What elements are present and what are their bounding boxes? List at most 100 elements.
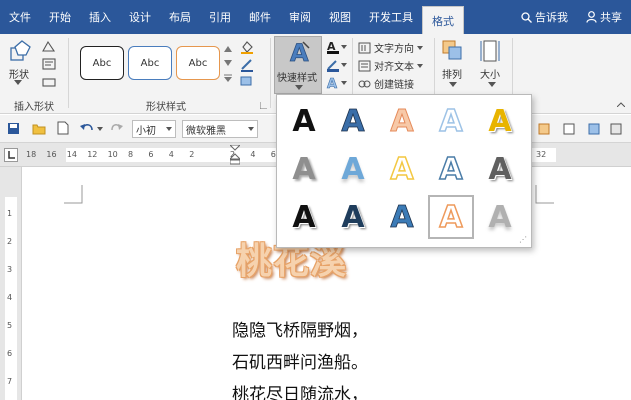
indent-marker-icon[interactable] (230, 145, 240, 165)
wordart-style-option[interactable]: A (330, 147, 376, 191)
shapes-icon[interactable] (10, 40, 34, 62)
wordart-styles-dropdown: AAAAAAAAAAAAAAA ⋰ (276, 94, 532, 248)
wordart-style-option[interactable]: A (477, 147, 523, 191)
dialog-launcher-icon[interactable] (260, 102, 267, 109)
share-button[interactable]: 共享 (577, 0, 631, 34)
size-button[interactable]: 大小 (478, 38, 506, 96)
quick-styles-label: 快速样式 (277, 73, 317, 84)
vertical-ruler-tick-label: 1 (7, 209, 13, 218)
font-size-combo[interactable]: 小初 (132, 120, 176, 138)
group-divider (270, 38, 271, 108)
wordart-style-option[interactable]: A (379, 147, 425, 191)
chevron-down-icon[interactable] (97, 127, 103, 131)
toolbar-icon[interactable] (538, 123, 550, 135)
tab-selector[interactable] (4, 148, 18, 162)
text-outline-icon[interactable] (326, 58, 348, 72)
arrange-icon (442, 40, 462, 60)
tab-references[interactable]: 引用 (200, 0, 240, 34)
poem-line[interactable]: 隐隐飞桥隔野烟， (232, 316, 368, 341)
wordart-style-option[interactable]: A (330, 195, 376, 239)
group-divider (68, 38, 69, 108)
toolbar-icon[interactable] (563, 123, 575, 135)
wordart-style-option[interactable]: A (281, 195, 327, 239)
font-name-combo[interactable]: 微软雅黑 (182, 120, 258, 138)
wordart-style-option[interactable]: A (281, 147, 327, 191)
quick-styles-button[interactable]: A 快速样式 (274, 36, 322, 94)
vertical-ruler-tick-label: 6 (7, 349, 13, 358)
ruler-tick-label: 32 (536, 150, 547, 159)
collapse-ribbon-icon[interactable] (617, 102, 625, 107)
poem-line[interactable]: 石矶西畔问渔船。 (232, 348, 368, 373)
draw-textbox-icon[interactable] (42, 58, 56, 70)
tab-developer[interactable]: 开发工具 (360, 0, 422, 34)
ruler-tick-label: 10 (107, 150, 118, 159)
poem-line[interactable]: 桃花尽日随流水， (232, 380, 368, 400)
page-corner-mark (64, 185, 83, 204)
open-folder-icon[interactable] (32, 122, 46, 135)
tab-right-area: 告诉我 共享 (512, 0, 631, 34)
tab-format[interactable]: 格式 (422, 6, 464, 34)
text-fill-icon[interactable]: A (326, 40, 348, 54)
gallery-scroll-down-icon[interactable] (224, 60, 232, 66)
arrange-button[interactable]: 排列 (440, 38, 466, 96)
tell-me-button[interactable]: 告诉我 (512, 0, 577, 34)
resize-grip-icon[interactable]: ⋰ (519, 235, 527, 244)
save-icon[interactable] (7, 122, 20, 135)
wordart-style-option[interactable]: A (428, 195, 474, 239)
gallery-scroll-up-icon[interactable] (224, 46, 232, 52)
shape-style-black[interactable]: Abc (80, 46, 124, 80)
redo-icon[interactable] (110, 122, 123, 134)
shape-effects-icon[interactable] (240, 76, 254, 88)
align-text-label: 对齐文本 (374, 62, 414, 73)
toolbar-icon[interactable] (610, 123, 622, 135)
chevron-down-icon (295, 85, 303, 90)
shape-style-blue[interactable]: Abc (128, 46, 172, 80)
tab-mailings[interactable]: 邮件 (240, 0, 280, 34)
shape-fill-icon[interactable] (240, 40, 254, 54)
person-icon (586, 11, 597, 23)
vertical-ruler-tick-label: 4 (7, 293, 13, 302)
wordart-style-option[interactable]: A (477, 99, 523, 143)
left-tab-icon (8, 151, 15, 159)
wordart-style-option[interactable]: A (281, 99, 327, 143)
shape-style-orange[interactable]: Abc (176, 46, 220, 80)
vertical-ruler[interactable]: 1 2 3 4 5 6 7 (0, 167, 22, 400)
shape-styles-group-label: 形状样式 (146, 102, 186, 113)
shape-outline-icon[interactable] (240, 58, 254, 72)
link-icon (358, 80, 371, 87)
tab-view[interactable]: 视图 (320, 0, 360, 34)
align-text-button[interactable]: 对齐文本 (358, 58, 426, 73)
wordart-style-option[interactable]: A (379, 195, 425, 239)
share-label: 共享 (600, 11, 622, 24)
tab-home[interactable]: 开始 (40, 0, 80, 34)
wordart-style-option[interactable]: A (379, 99, 425, 143)
chevron-down-icon (449, 82, 457, 87)
undo-icon[interactable] (80, 122, 94, 134)
text-effects-icon[interactable]: A (326, 76, 348, 90)
ruler-tick-label: 12 (87, 150, 98, 159)
create-link-label: 创建链接 (374, 80, 414, 91)
toolbar-icon[interactable] (588, 123, 600, 135)
edit-shape-icon[interactable] (42, 40, 56, 52)
ruler-tick-label: 8 (128, 150, 134, 159)
new-document-icon[interactable] (57, 121, 69, 135)
tab-design[interactable]: 设计 (120, 0, 160, 34)
tab-review[interactable]: 审阅 (280, 0, 320, 34)
tab-layout[interactable]: 布局 (160, 0, 200, 34)
tab-file[interactable]: 文件 (0, 0, 40, 34)
ruler-tick-label: 4 (168, 150, 174, 159)
create-link-button[interactable]: 创建链接 (358, 76, 414, 91)
ruler-tick-label: 16 (46, 150, 57, 159)
text-direction-button[interactable]: 文字方向 (358, 40, 426, 55)
text-direction-label: 文字方向 (374, 44, 414, 55)
svg-text:A: A (327, 77, 337, 90)
wordart-style-option[interactable]: A (428, 147, 474, 191)
shape-button-label[interactable]: 形状 (9, 66, 29, 81)
insert-shapes-group-label: 插入形状 (14, 102, 54, 113)
wordart-style-option[interactable]: A (477, 195, 523, 239)
gallery-more-icon[interactable] (224, 74, 232, 82)
link-icon[interactable] (42, 76, 56, 88)
tab-insert[interactable]: 插入 (80, 0, 120, 34)
wordart-style-option[interactable]: A (428, 99, 474, 143)
wordart-style-option[interactable]: A (330, 99, 376, 143)
